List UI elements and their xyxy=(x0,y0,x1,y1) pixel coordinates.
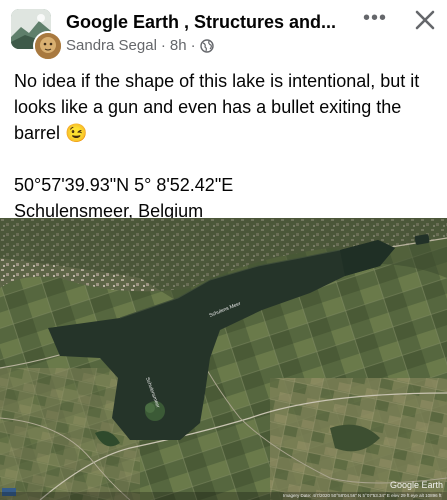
post-message: No idea if the shape of this lake is int… xyxy=(14,71,420,143)
author-avatar[interactable] xyxy=(33,31,63,61)
meta-separator: · xyxy=(160,37,166,54)
post-meta: Sandra Segal · 8h · xyxy=(66,37,214,54)
close-button[interactable] xyxy=(412,8,438,34)
post-coordinates: 50°57'39.93"N 5° 8'52.42"E xyxy=(14,175,234,195)
imagery-info: Imagery Date: 4/7/2020 50°58'04.56" N 5°… xyxy=(283,493,442,498)
avatar-stack[interactable] xyxy=(11,9,63,61)
close-icon xyxy=(415,10,435,30)
post-photo[interactable]: Schulens Meer Schulensmeer Google Earth … xyxy=(0,218,447,500)
satellite-image: Schulens Meer Schulensmeer xyxy=(0,218,447,500)
globe-icon xyxy=(199,38,214,53)
google-earth-watermark: Google Earth xyxy=(389,480,443,490)
post-time[interactable]: 8h xyxy=(170,37,187,54)
meta-separator-2: · xyxy=(190,37,196,54)
post-body: No idea if the shape of this lake is int… xyxy=(14,68,439,224)
group-name[interactable]: Google Earth , Structures and... xyxy=(66,12,346,33)
more-options-button[interactable]: ••• xyxy=(362,8,388,30)
post-header: Google Earth , Structures and... Sandra … xyxy=(0,0,447,62)
author-name[interactable]: Sandra Segal xyxy=(66,37,157,54)
